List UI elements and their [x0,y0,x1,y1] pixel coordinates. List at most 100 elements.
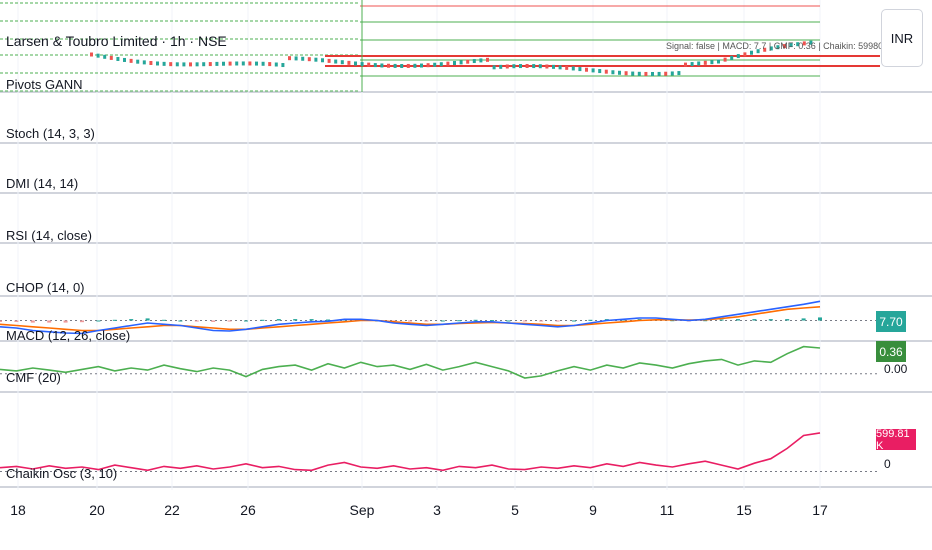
candle-36 [327,58,331,63]
candle-1 [96,53,100,58]
candle-66 [525,64,529,69]
candle-33 [307,57,311,62]
macd-histogram-bar-9 [145,318,150,321]
macd-histogram-bar-47 [768,319,773,321]
candle-35 [321,58,324,63]
candle-96 [723,57,727,62]
candle-30 [288,56,291,61]
pane-label-cmf: CMF (20) [6,370,61,385]
candle-57 [466,59,470,64]
candle-85 [651,71,654,76]
candle-16 [195,62,199,67]
candle-91 [690,62,694,67]
candle-60 [486,57,489,62]
macd-histogram-bar-34 [555,320,560,322]
candle-84 [644,71,648,76]
macd-histogram-bar-32 [522,320,527,322]
x-tick-label: 26 [240,502,256,518]
candle-17 [202,62,206,67]
chaikin-line [0,432,821,472]
x-tick-label: 3 [433,502,441,518]
macd-histogram-bar-1 [14,320,19,322]
macd-histogram-bar-13 [211,320,216,322]
macd-histogram-bar-2 [30,320,35,323]
macd-histogram-bar-19 [309,319,314,321]
candle-73 [571,66,575,71]
candle-11 [162,61,166,66]
x-tick-label: 15 [736,502,752,518]
candle-88 [670,71,674,76]
chaikin-zero-label: 0 [884,457,891,471]
candle-47 [400,63,404,68]
candle-77 [598,69,602,74]
candle-40 [354,61,357,66]
pane-label-dmi: DMI (14, 14) [6,176,79,191]
macd-histogram-bar-31 [506,320,511,322]
candle-68 [538,64,542,69]
candle-48 [406,63,410,68]
currency-button[interactable]: INR [881,9,923,67]
pane-label-pivots: Pivots GANN [6,77,83,92]
macd-histogram-bar-15 [244,320,248,322]
candle-13 [175,62,179,67]
candle-86 [657,71,661,76]
macd-histogram-bar-4 [63,320,68,323]
candle-10 [156,61,159,66]
candle-38 [340,60,344,65]
candle-24 [248,61,252,66]
candle-81 [624,71,628,76]
candle-39 [347,60,351,65]
candle-5 [123,57,126,62]
macd-histogram-bar-8 [129,319,134,321]
candle-80 [618,70,621,75]
pane-label-chaikin: Chaikin Osc (3, 10) [6,466,118,481]
macd-histogram-bar-44 [719,319,724,321]
candle-29 [281,63,285,68]
macd-histogram-bar-12 [194,320,199,322]
candle-59 [479,58,483,63]
macd-histogram-bar-36 [588,319,593,321]
candle-95 [717,59,720,64]
x-tick-label: 22 [164,502,180,518]
candle-41 [360,62,364,67]
candle-45 [387,63,390,68]
x-tick-label: 9 [589,502,597,518]
candle-78 [604,69,608,74]
candle-6 [129,58,133,63]
macd-histogram-bar-48 [785,319,790,321]
candle-65 [519,64,522,69]
cmf-zero-label: 0.00 [884,362,908,376]
macd-histogram-bar-29 [473,319,478,321]
candle-99 [743,52,747,57]
candle-7 [136,59,140,64]
macd-histogram-bar-16 [260,319,265,321]
candle-93 [703,60,707,65]
macd-histogram-bar-18 [293,319,298,321]
candle-49 [413,63,417,68]
candle-27 [268,62,272,67]
candle-71 [558,65,562,70]
chart-canvas [0,0,932,490]
macd-histogram-bar-10 [162,319,166,321]
candle-44 [380,63,384,68]
candle-2 [103,54,107,59]
x-tick-label: 17 [812,502,828,518]
candle-8 [142,60,146,65]
pane-label-macd: MACD (12, 26, close) [6,328,131,343]
macd-histogram-bar-49 [801,318,806,321]
candle-22 [235,61,239,66]
candle-72 [565,65,569,70]
pane-label-rsi: RSI (14, close) [6,228,92,243]
candle-63 [505,64,509,69]
chaikin-value-tag: 599.81 K [876,428,916,452]
candle-97 [730,55,734,60]
candle-61 [492,65,496,70]
candle-21 [228,61,232,66]
pane-label-chop: CHOP (14, 0) [6,280,85,295]
candle-23 [241,61,245,66]
candle-20 [222,61,225,66]
candle-42 [367,62,371,67]
candle-26 [261,61,265,66]
candle-14 [182,62,186,67]
macd-histogram-bar-45 [736,319,740,321]
